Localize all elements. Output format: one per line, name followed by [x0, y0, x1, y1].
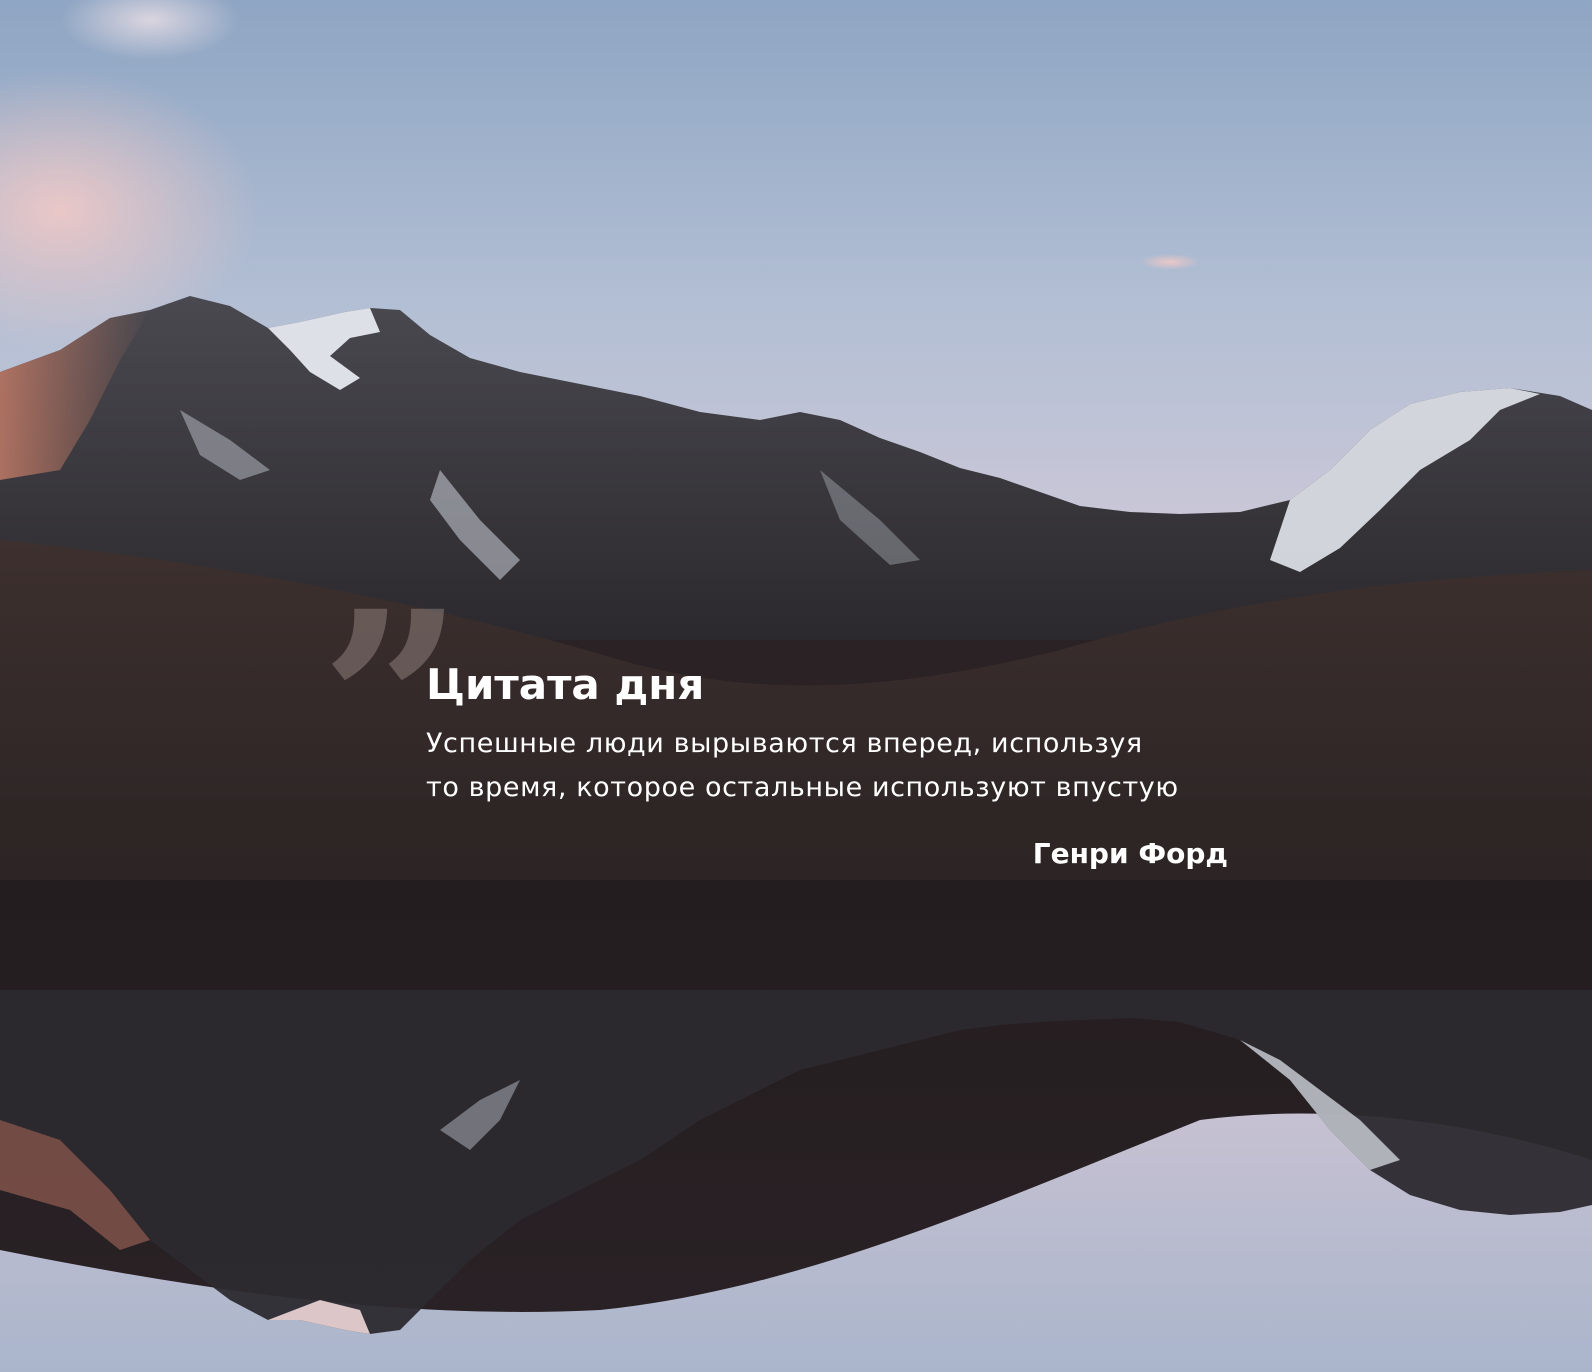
- quote-text-line: то время, которое остальные используют в…: [426, 772, 1179, 803]
- quote-title: Цитата дня: [426, 660, 705, 709]
- quote-author: Генри Форд: [1032, 837, 1228, 870]
- quote-card: ” Цитата дня Успешные люди вырываются вп…: [0, 0, 1592, 1372]
- quote-block: ” Цитата дня Успешные люди вырываются вп…: [320, 578, 1256, 890]
- quote-text-line: Успешные люди вырываются вперед, использ…: [426, 728, 1143, 759]
- quote-text: Успешные люди вырываются вперед, использ…: [426, 722, 1256, 810]
